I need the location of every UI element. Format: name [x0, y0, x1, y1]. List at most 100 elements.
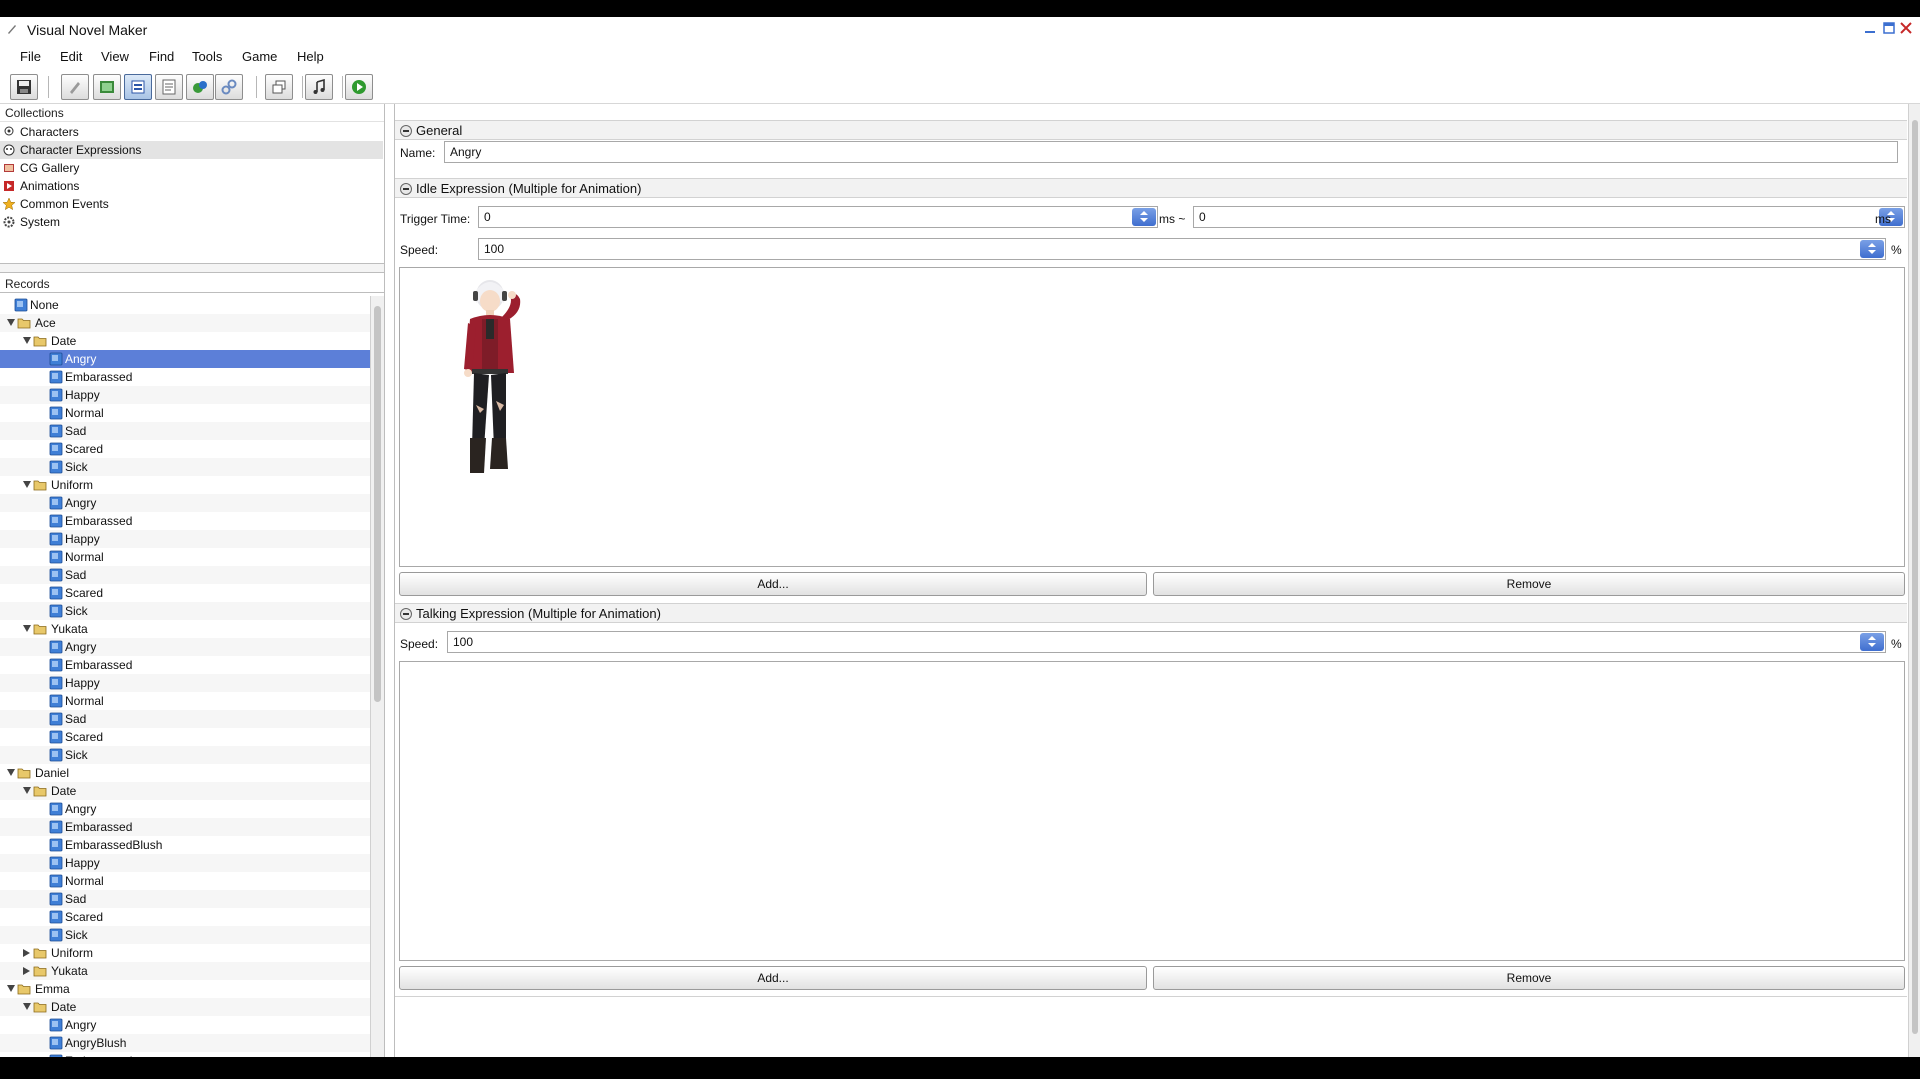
pencil-tool-button[interactable] — [61, 74, 89, 100]
chevron-right-icon[interactable] — [23, 949, 30, 957]
menu-game[interactable]: Game — [242, 49, 277, 64]
chevron-down-icon[interactable] — [23, 337, 31, 344]
tree-record[interactable]: Angry — [0, 494, 370, 512]
script-tool-button[interactable] — [155, 74, 183, 100]
tree-folder[interactable]: Date — [0, 998, 370, 1016]
chevron-down-icon[interactable] — [7, 769, 15, 776]
windows-tool-button[interactable] — [265, 74, 293, 100]
tree-record[interactable]: Scared — [0, 908, 370, 926]
tree-record[interactable]: Angry — [0, 350, 370, 368]
tree-record[interactable]: Embarassed — [0, 818, 370, 836]
trigger-time-from-input[interactable]: 0 — [478, 206, 1158, 228]
collection-item-common-events[interactable]: Common Events — [0, 195, 383, 213]
tree-record[interactable]: EmbarassedBlush — [0, 836, 370, 854]
tree-record[interactable]: Embarassed — [0, 368, 370, 386]
chevron-right-icon[interactable] — [23, 967, 30, 975]
tree-record[interactable]: Normal — [0, 872, 370, 890]
tree-folder[interactable]: Daniel — [0, 764, 370, 782]
tree-record[interactable]: Angry — [0, 1016, 370, 1034]
tree-record[interactable]: Normal — [0, 404, 370, 422]
tree-record[interactable]: Happy — [0, 854, 370, 872]
section-general-header[interactable]: General — [395, 120, 1907, 140]
play-game-button[interactable] — [345, 74, 373, 100]
menu-help[interactable]: Help — [297, 49, 324, 64]
menu-find[interactable]: Find — [149, 49, 174, 64]
tree-record[interactable]: Embarassed — [0, 512, 370, 530]
tree-folder[interactable]: Ace — [0, 314, 370, 332]
tree-record[interactable]: Scared — [0, 440, 370, 458]
chevron-down-icon[interactable] — [23, 625, 31, 632]
section-talking-header[interactable]: Talking Expression (Multiple for Animati… — [395, 603, 1907, 623]
spinner-icon[interactable] — [1860, 633, 1884, 651]
tree-record[interactable]: Sick — [0, 458, 370, 476]
collapse-icon[interactable] — [400, 183, 412, 195]
tree-folder[interactable]: Uniform — [0, 476, 370, 494]
audio-tool-button[interactable] — [305, 74, 333, 100]
tree-record[interactable]: Embarassed — [0, 1052, 370, 1057]
chevron-down-icon[interactable] — [23, 787, 31, 794]
chevron-down-icon[interactable] — [23, 481, 31, 488]
scrollbar-thumb[interactable] — [374, 306, 381, 702]
collection-item-cg-gallery[interactable]: CG Gallery — [0, 159, 383, 177]
puzzle-tool-button[interactable] — [186, 74, 214, 100]
close-icon[interactable] — [1898, 20, 1914, 36]
scrollbar-thumb[interactable] — [1912, 120, 1918, 1034]
collapse-icon[interactable] — [400, 608, 412, 620]
tree-folder[interactable]: Uniform — [0, 944, 370, 962]
maximize-icon[interactable] — [1881, 20, 1897, 36]
idle-expression-canvas[interactable] — [399, 267, 1905, 567]
image-tool-button[interactable] — [93, 74, 121, 100]
collection-item-character-expressions[interactable]: Character Expressions — [0, 141, 383, 159]
character-sprite[interactable] — [460, 273, 540, 483]
spinner-icon[interactable] — [1860, 240, 1884, 258]
tree-record[interactable]: Scared — [0, 584, 370, 602]
chevron-down-icon[interactable] — [23, 1003, 31, 1010]
tree-record[interactable]: Normal — [0, 548, 370, 566]
database-tool-button[interactable] — [124, 74, 152, 100]
collection-item-system[interactable]: System — [0, 213, 383, 231]
save-button[interactable] — [10, 74, 38, 100]
menu-tools[interactable]: Tools — [192, 49, 222, 64]
minimize-icon[interactable] — [1862, 20, 1878, 36]
chevron-down-icon[interactable] — [7, 319, 15, 326]
spinner-icon[interactable] — [1132, 208, 1156, 226]
collapse-icon[interactable] — [400, 125, 412, 137]
collection-item-characters[interactable]: Characters — [0, 123, 383, 141]
tree-record[interactable]: AngryBlush — [0, 1034, 370, 1052]
tree-record[interactable]: Sad — [0, 890, 370, 908]
idle-speed-input[interactable]: 100 — [478, 238, 1886, 260]
tree-record[interactable]: Normal — [0, 692, 370, 710]
talking-speed-input[interactable]: 100 — [447, 631, 1886, 653]
tree-record[interactable]: Sad — [0, 710, 370, 728]
records-scrollbar[interactable] — [370, 296, 384, 1057]
name-input[interactable]: Angry — [444, 141, 1898, 163]
pane-splitter[interactable] — [0, 263, 384, 273]
tree-record[interactable]: Sick — [0, 926, 370, 944]
link-tool-button[interactable] — [215, 74, 243, 100]
tree-record[interactable]: None — [0, 296, 370, 314]
tree-record[interactable]: Happy — [0, 530, 370, 548]
tree-folder[interactable]: Emma — [0, 980, 370, 998]
tree-record[interactable]: Sick — [0, 602, 370, 620]
idle-add-button[interactable]: Add... — [399, 572, 1147, 596]
right-pane-scrollbar[interactable] — [1908, 104, 1920, 1057]
tree-record[interactable]: Sad — [0, 566, 370, 584]
tree-record[interactable]: Sad — [0, 422, 370, 440]
tree-record[interactable]: Scared — [0, 728, 370, 746]
tree-folder[interactable]: Yukata — [0, 620, 370, 638]
tree-record[interactable]: Angry — [0, 800, 370, 818]
idle-remove-button[interactable]: Remove — [1153, 572, 1905, 596]
chevron-down-icon[interactable] — [7, 985, 15, 992]
tree-folder[interactable]: Date — [0, 332, 370, 350]
talking-expression-canvas[interactable] — [399, 661, 1905, 961]
tree-folder[interactable]: Yukata — [0, 962, 370, 980]
tree-record[interactable]: Happy — [0, 674, 370, 692]
section-idle-header[interactable]: Idle Expression (Multiple for Animation) — [395, 178, 1907, 198]
tree-record[interactable]: Embarassed — [0, 656, 370, 674]
tree-record[interactable]: Sick — [0, 746, 370, 764]
menu-edit[interactable]: Edit — [60, 49, 82, 64]
tree-record[interactable]: Angry — [0, 638, 370, 656]
collection-item-animations[interactable]: Animations — [0, 177, 383, 195]
talking-remove-button[interactable]: Remove — [1153, 966, 1905, 990]
menu-file[interactable]: File — [20, 49, 41, 64]
